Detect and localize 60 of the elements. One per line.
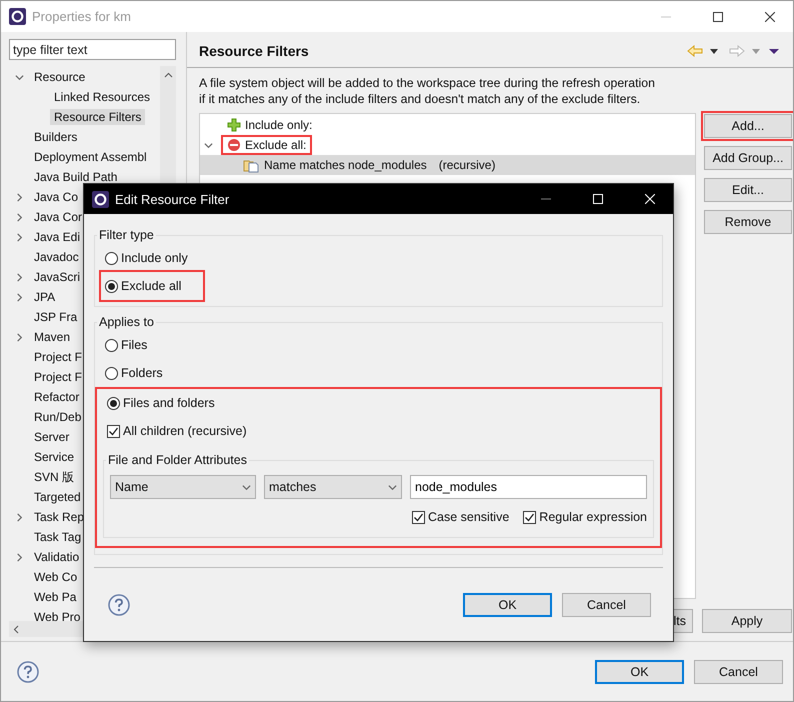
sidebar-item[interactable]: Web Co — [30, 569, 82, 585]
sidebar-item[interactable]: Maven — [30, 329, 74, 345]
side-button[interactable]: Add Group... — [704, 146, 792, 170]
attribute-dropdown[interactable]: Name — [110, 475, 256, 499]
operator-dropdown[interactable]: matches — [264, 475, 402, 499]
sidebar-item[interactable]: Service — [30, 449, 78, 465]
sidebar-item[interactable]: Server — [30, 429, 74, 445]
sidebar-item[interactable]: Web Pro — [30, 609, 84, 621]
filter-note: (recursive) — [438, 158, 496, 172]
sidebar-item[interactable]: Validatio — [30, 549, 84, 565]
sidebar-item[interactable]: JavaScri — [30, 269, 84, 285]
sidebar-item[interactable]: Linked Resources — [50, 89, 154, 105]
sidebar-item[interactable]: Javadoc — [30, 249, 83, 265]
filter-label[interactable]: Name matches node_modules — [264, 158, 427, 172]
group-label: Filter type — [98, 228, 155, 242]
sidebar-item[interactable]: Run/Deb — [30, 409, 86, 425]
sidebar-item[interactable]: SVN 版 — [30, 468, 78, 486]
sidebar-item[interactable]: Task Tag — [30, 529, 86, 545]
filter-field[interactable]: type filter text — [9, 39, 176, 60]
radio-option[interactable]: Folders — [101, 359, 163, 387]
checkbox-option[interactable]: All children (recursive) — [103, 417, 654, 445]
sidebar-item[interactable]: Targeted — [30, 489, 85, 505]
filter-label[interactable]: Exclude all: — [245, 138, 306, 152]
sidebar-item[interactable]: JSP Fra — [30, 309, 82, 325]
group-label: File and Folder Attributes — [107, 453, 248, 467]
footer-button[interactable]: OK — [595, 660, 684, 684]
footer-button[interactable]: Cancel — [694, 660, 783, 684]
dialog-title: Edit Resource Filter — [115, 192, 230, 206]
sidebar-item[interactable]: Java Cor — [30, 209, 86, 225]
window-title: Properties for km — [32, 9, 132, 24]
side-button[interactable]: Remove — [704, 210, 792, 234]
sidebar-item[interactable]: Refactor — [30, 389, 84, 405]
sidebar-item[interactable]: Java Co — [30, 189, 82, 205]
value-field[interactable]: node_modules — [410, 475, 647, 499]
description-text: A file system object will be added to the workspace tree during the refresh operation — [199, 75, 656, 91]
sidebar-item[interactable]: Resource Filters — [50, 109, 146, 125]
description-text: if it matches any of the include filters and doesn't match any of the exclude filters. — [199, 91, 642, 107]
sidebar-item[interactable]: Resource — [30, 69, 90, 85]
radio-option[interactable]: Exclude all — [101, 272, 182, 300]
dialog-button[interactable]: Cancel — [562, 592, 651, 616]
page-button[interactable]: Apply — [702, 609, 792, 633]
dialog-button[interactable]: OK — [463, 592, 552, 616]
sidebar-item[interactable]: Java Edi — [30, 229, 84, 245]
radio-option[interactable]: Include only — [101, 244, 188, 272]
radio-option[interactable]: Files — [101, 331, 148, 359]
group-label: Applies to — [98, 315, 155, 329]
sidebar-item[interactable]: Project F — [30, 349, 86, 365]
radio-option[interactable]: Files and folders — [103, 389, 215, 417]
page-title: Resource Filters — [199, 42, 310, 58]
checkbox-option[interactable]: Regular expression — [519, 503, 647, 531]
sidebar-item[interactable]: Web Pa — [30, 589, 80, 605]
side-button[interactable]: Edit... — [704, 178, 792, 202]
filter-label[interactable]: Include only: — [245, 118, 312, 132]
sidebar-item[interactable]: Builders — [30, 129, 82, 145]
sidebar-item[interactable]: JPA — [30, 289, 60, 305]
sidebar-item[interactable]: Deployment Assembl — [30, 149, 151, 165]
side-button[interactable]: Add... — [704, 114, 792, 138]
checkbox-option[interactable]: Case sensitive — [408, 503, 510, 531]
sidebar-item[interactable]: Java Build Path — [30, 169, 122, 185]
sidebar-item[interactable]: Project F — [30, 369, 86, 385]
